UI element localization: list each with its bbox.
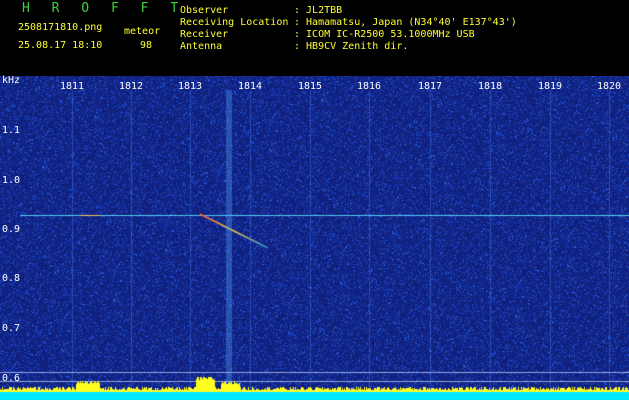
time-tick: 1812: [119, 81, 144, 92]
header-panel: H R O F F T 2508171810.png meteor 25.08.…: [0, 0, 629, 76]
freq-tick: 1.1: [2, 125, 21, 136]
info-value-receiver: : ICOM IC-R2500 53.1000MHz USB: [294, 29, 475, 40]
info-label-antenna: Antenna: [180, 41, 223, 52]
info-value-location: : Hamamatsu, Japan (N34°40' E137°43'): [294, 17, 517, 28]
file-name: 2508171810.png: [18, 22, 103, 33]
time-tick: 1813: [178, 81, 203, 92]
info-label-observer: Observer: [180, 5, 229, 16]
freq-tick: 1.0: [2, 175, 21, 186]
info-label-location: Receiving Location: [180, 17, 289, 28]
count: 98: [140, 40, 153, 51]
waterfall-plot: kHz 1811 1812 1813 1814 1815 1816 1817 1…: [0, 76, 629, 400]
freq-tick: 0.8: [2, 273, 21, 284]
time-tick: 1818: [478, 81, 503, 92]
freq-tick: 0.9: [2, 224, 21, 235]
time-tick: 1816: [357, 81, 382, 92]
time-tick: 1819: [538, 81, 563, 92]
time-tick: 1817: [418, 81, 443, 92]
mode-label: meteor: [124, 26, 161, 37]
time-tick: 1814: [238, 81, 263, 92]
time-tick: 1815: [298, 81, 323, 92]
time-tick: 1811: [60, 81, 85, 92]
time-tick: 1820: [597, 81, 622, 92]
app-title: H R O F F T: [22, 1, 186, 16]
waterfall-spectrogram: [0, 76, 629, 400]
info-value-antenna: : HB9CV Zenith dir.: [294, 41, 409, 52]
y-axis-unit: kHz: [2, 75, 21, 86]
freq-tick: 0.7: [2, 323, 21, 334]
freq-tick: 0.6: [2, 373, 21, 384]
info-label-receiver: Receiver: [180, 29, 229, 40]
info-value-observer: : JL2TBB: [294, 5, 343, 16]
datetime: 25.08.17 18:10: [18, 40, 103, 51]
